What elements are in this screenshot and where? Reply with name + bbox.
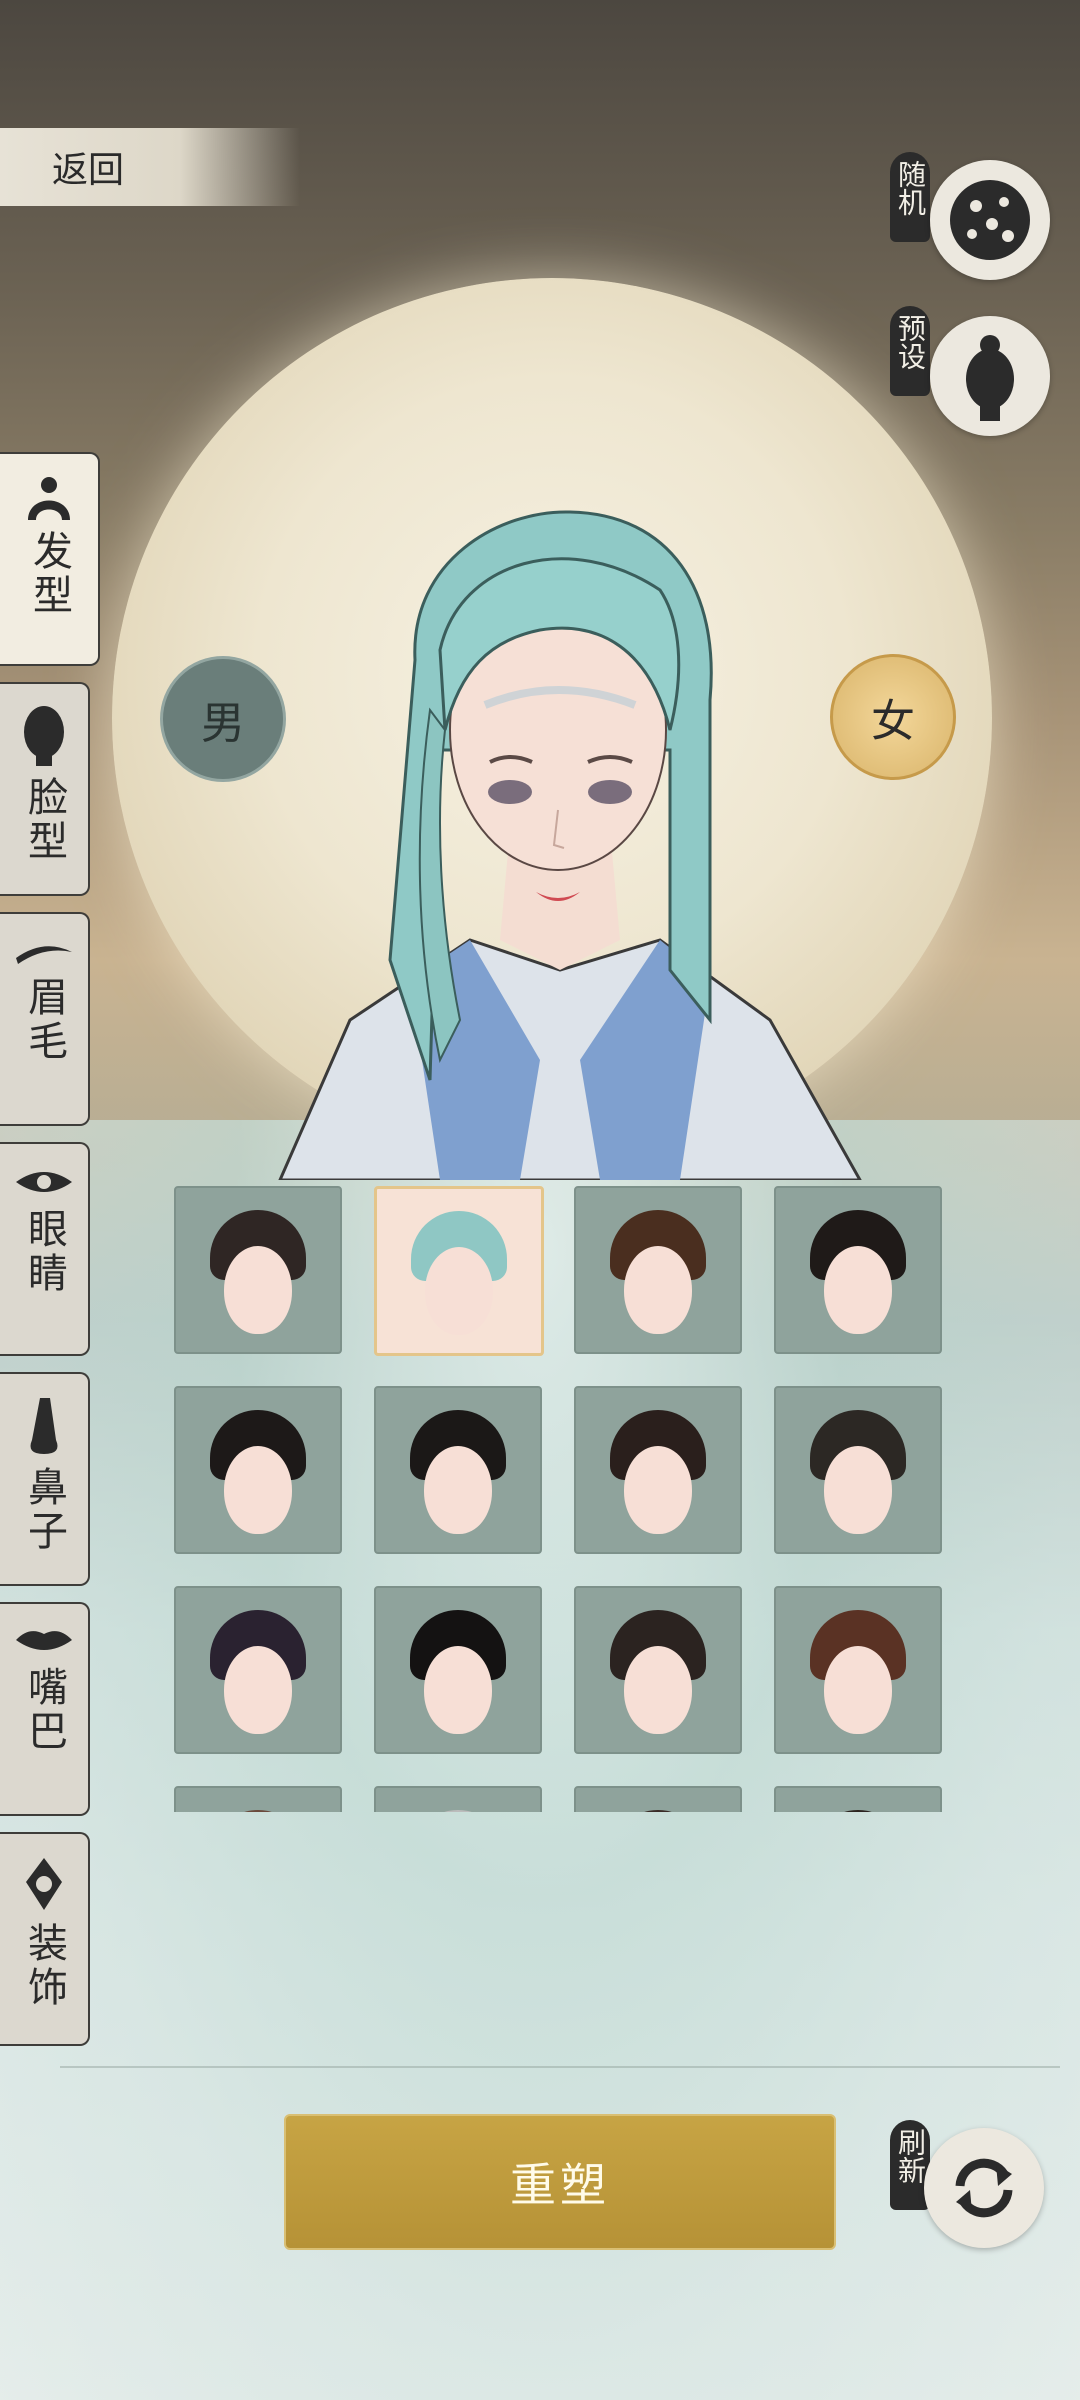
hairstyle-face [624,1246,692,1334]
eye-icon [16,1172,72,1192]
hairstyle-option[interactable] [774,1186,942,1354]
remold-button[interactable]: 重塑 [284,2114,836,2250]
tab-mouth[interactable]: 嘴巴 [0,1602,90,1816]
gender-female-button[interactable]: 女 [830,654,956,780]
hairstyle-face [824,1646,892,1734]
tab-decor-label: 装饰 [21,1922,67,2010]
ornament-icon [26,1858,62,1910]
hairstyle-face [624,1446,692,1534]
hairstyle-hair [410,1810,506,1812]
random-label: 随机 [894,160,927,216]
hairstyle-face [424,1646,492,1734]
tab-hair[interactable]: 发型 [0,452,100,666]
gender-male-button[interactable]: 男 [160,656,286,782]
nose-icon [30,1398,58,1454]
hairstyle-face [824,1446,892,1534]
hairstyle-option[interactable] [374,1786,542,1812]
tab-mouth-label: 嘴巴 [21,1666,67,1754]
back-button[interactable]: 返回 [0,128,300,206]
tab-nose-label: 鼻子 [21,1466,67,1554]
hairstyle-option[interactable] [774,1386,942,1554]
hairstyle-option[interactable] [774,1786,942,1812]
lips-icon [16,1631,72,1650]
hairstyle-face [824,1246,892,1334]
tab-nose[interactable]: 鼻子 [0,1372,90,1586]
tab-face[interactable]: 脸型 [0,682,90,896]
back-label: 返回 [52,150,125,191]
hairstyle-face [224,1646,292,1734]
hairstyle-option[interactable] [174,1586,342,1754]
hairstyle-hair [810,1810,906,1812]
preset-label: 预设 [894,314,927,370]
hairstyle-option[interactable] [774,1586,942,1754]
refresh-button[interactable] [924,2128,1044,2248]
refresh-icon [955,2158,1013,2218]
hairstyle-face [224,1246,292,1334]
hair-bun-icon [28,477,70,520]
tab-eyes[interactable]: 眼睛 [0,1142,90,1356]
hairstyle-hair [610,1810,706,1812]
hairstyle-option[interactable] [574,1586,742,1754]
remold-label: 重塑 [510,2158,610,2212]
head-silhouette-icon [966,335,1014,421]
hairstyle-face [425,1247,493,1335]
hairstyle-option[interactable] [574,1786,742,1812]
hairstyle-option[interactable] [374,1586,542,1754]
tab-decor[interactable]: 装饰 [0,1832,90,2046]
hairstyle-face [224,1446,292,1534]
tab-face-label: 脸型 [21,776,67,864]
hairstyle-option[interactable] [174,1186,342,1354]
hairstyle-hair [210,1810,306,1812]
tab-eyes-label: 眼睛 [21,1208,67,1296]
dice-icon [950,180,1030,260]
preset-tag: 预设 [890,306,930,396]
tab-brow[interactable]: 眉毛 [0,912,90,1126]
tab-brow-label: 眉毛 [21,976,67,1064]
hairstyle-grid [174,1186,944,1812]
gender-female-label: 女 [871,696,915,747]
head-silhouette-icon [24,706,64,766]
random-button[interactable] [930,160,1050,280]
hairstyle-face [624,1646,692,1734]
hairstyle-option[interactable] [374,1186,544,1356]
random-tag: 随机 [890,152,930,242]
tab-hair-label: 发型 [26,530,72,618]
hairstyle-option[interactable] [174,1386,342,1554]
hairstyle-option[interactable] [574,1186,742,1354]
hairstyle-option[interactable] [374,1386,542,1554]
character-portrait [278,510,862,1180]
refresh-label: 刷新 [894,2128,927,2184]
hairstyle-face [424,1446,492,1534]
eyebrow-icon [16,946,72,964]
hairstyle-option[interactable] [574,1386,742,1554]
preset-button[interactable] [930,316,1050,436]
hairstyle-option[interactable] [174,1786,342,1812]
gender-male-label: 男 [201,698,245,749]
divider [60,2066,1060,2068]
